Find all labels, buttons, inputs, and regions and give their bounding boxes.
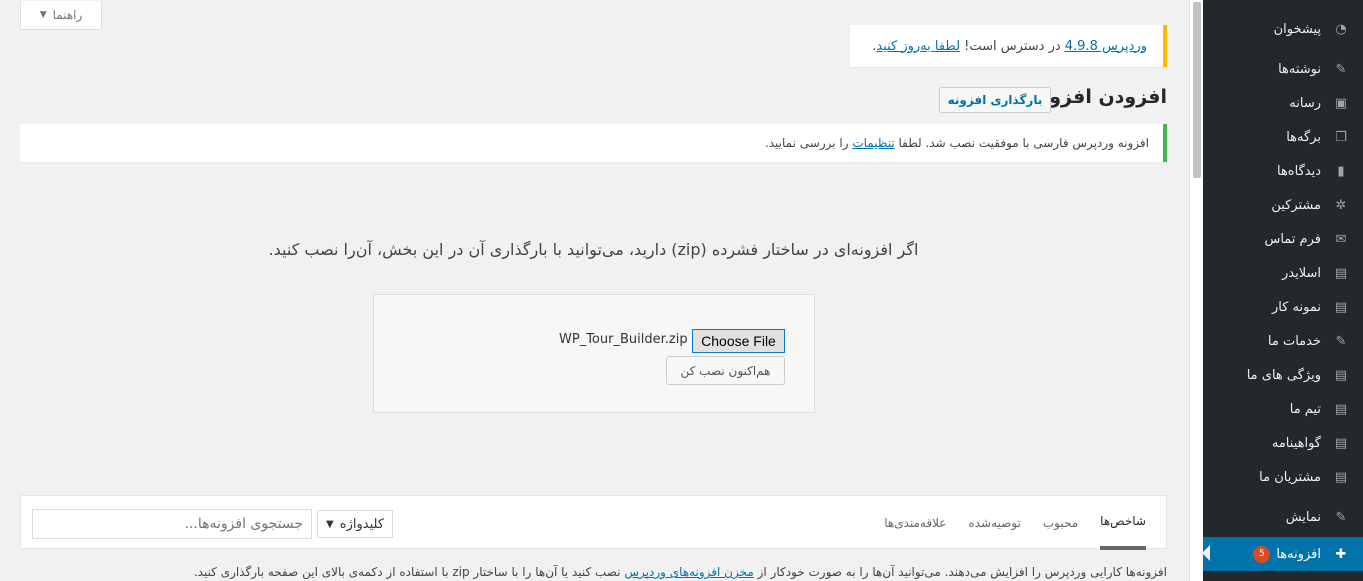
update-count-badge: 5 <box>1253 545 1271 563</box>
table-icon: ▤ <box>1334 401 1348 417</box>
sidebar-item-label: مشترکین <box>1271 197 1321 213</box>
sidebar-item[interactable]: ✉ فرم تماس <box>1203 222 1363 256</box>
chevron-down-icon: ▼ <box>326 518 334 530</box>
selected-filename: WP_Tour_Builder.zip <box>559 332 688 347</box>
sidebar-item-label: خدمات ما <box>1267 333 1321 349</box>
upload-form: WP_Tour_Builder.zip Choose File هم‌اکنون… <box>373 294 815 413</box>
sidebar-item[interactable]: ▤ مشتریان ما <box>1203 460 1363 494</box>
update-notice-text: در دسترس است! <box>960 38 1065 54</box>
tab-recommended[interactable]: توصیه‌شده <box>968 496 1020 550</box>
sidebar-item-label: تیم ما <box>1289 401 1321 417</box>
admin-sidebar: ◔ پیشخوان ✎ نوشته‌ها ▣ رسانه ❐ برگه‌ها ▮ دیدگاه‌ه… <box>1189 0 1363 581</box>
table-icon: ▤ <box>1334 299 1348 315</box>
sidebar-item[interactable]: ✎ خدمات ما <box>1203 324 1363 358</box>
tab-popular[interactable]: محبوب <box>1043 496 1078 550</box>
sidebar-item[interactable]: ✎ نوشته‌ها <box>1203 52 1363 86</box>
sidebar-item[interactable]: ✲ مشترکین <box>1203 188 1363 222</box>
table-icon: ▤ <box>1334 435 1348 451</box>
tab-favorites[interactable]: علاقه‌مندی‌ها <box>884 496 946 550</box>
table-icon: ▤ <box>1334 469 1348 485</box>
sidebar-item[interactable]: ▤ تیم ما <box>1203 392 1363 426</box>
sidebar-item[interactable]: ▤ ویژگی های ما <box>1203 358 1363 392</box>
help-label: راهنما <box>52 8 83 22</box>
filter-tabs: شاخص‌ها محبوب توصیه‌شده علاقه‌مندی‌ها <box>884 496 1146 550</box>
tab-featured[interactable]: شاخص‌ها <box>1100 496 1146 550</box>
choose-file-button[interactable]: Choose File <box>692 329 785 353</box>
settings-link[interactable]: تنظیمات <box>852 136 894 150</box>
pin-icon: ✎ <box>1335 333 1347 349</box>
sidebar-item-label: مشتریان ما <box>1259 469 1321 485</box>
users-icon: ✲ <box>1335 197 1347 213</box>
description-text-end: نصب کنید یا آن‌ها را با ساختار zip با اس… <box>193 565 625 579</box>
plugin-filter-bar: شاخص‌ها محبوب توصیه‌شده علاقه‌مندی‌ها کل… <box>20 495 1167 550</box>
sidebar-item-label: فرم تماس <box>1264 231 1321 247</box>
update-now-link[interactable]: لطفا به‌روز کنید <box>876 39 960 54</box>
pages-icon: ❐ <box>1335 129 1347 145</box>
sidebar-item[interactable]: ▤ نمونه کار <box>1203 290 1363 324</box>
sidebar-item-label: ویژگی های ما <box>1246 367 1321 383</box>
plugin-directory-link[interactable]: مخزن افزونه‌های وردپرس <box>624 565 753 579</box>
active-arrow-icon <box>1202 545 1210 561</box>
page-title: افزودن افزونه <box>1030 86 1167 108</box>
help-tab[interactable]: ▼ راهنما <box>20 1 102 30</box>
upload-instructions: اگر افزونه‌ای در ساختار فشرده (zip) داری… <box>268 240 919 259</box>
sidebar-item-label: افزونه‌ها <box>1276 546 1321 562</box>
sidebar-item[interactable]: ▣ رسانه <box>1203 86 1363 120</box>
update-notice-end: . <box>872 38 877 54</box>
sidebar-item-label: گواهینامه <box>1271 435 1321 451</box>
wordpress-version-link[interactable]: وردپرس 4.9.8 <box>1065 39 1147 54</box>
caret-down-icon: ▼ <box>39 10 47 20</box>
pin-icon: ✎ <box>1335 61 1347 77</box>
success-notice: افزونه وردپرس فارسی با موفقیت نصب شد. لط… <box>20 124 1167 162</box>
sidebar-item[interactable]: ◔ پیشخوان <box>1203 12 1363 46</box>
sidebar-item-label: دیدگاه‌ها <box>1276 163 1321 179</box>
table-icon: ▤ <box>1334 367 1348 383</box>
sidebar-item[interactable]: ▮ دیدگاه‌ها <box>1203 154 1363 188</box>
description-text: افزونه‌ها کارایی وردپرس را افزایش می‌دهن… <box>753 565 1167 579</box>
plugins-icon: ✚ <box>1335 546 1347 562</box>
search-type-select[interactable]: کلیدواژه ▼ <box>317 510 393 538</box>
mail-icon: ✉ <box>1335 231 1347 247</box>
media-icon: ▣ <box>1334 95 1348 111</box>
admin-menu: ◔ پیشخوان ✎ نوشته‌ها ▣ رسانه ❐ برگه‌ها ▮ دیدگاه‌ه… <box>1202 12 1363 571</box>
success-text: افزونه وردپرس فارسی با موفقیت نصب شد. لط… <box>894 136 1149 150</box>
search-type-value: کلیدواژه <box>339 516 384 532</box>
table-icon: ▤ <box>1334 265 1348 281</box>
update-notice: وردپرس 4.9.8 در دسترس است! لطفا به‌روز ک… <box>850 25 1167 67</box>
sidebar-item[interactable]: ✚ افزونه‌ها 5 <box>1202 537 1363 571</box>
appearance-icon: ✎ <box>1335 509 1347 525</box>
dashboard-icon: ◔ <box>1335 21 1347 37</box>
sidebar-item-label: اسلایدر <box>1282 265 1321 281</box>
sidebar-item-label: رسانه <box>1289 95 1321 111</box>
scrollbar-thumb[interactable] <box>1193 2 1201 178</box>
upload-plugin-button[interactable]: بارگذاری افزونه <box>939 87 1051 113</box>
sidebar-item-label: نوشته‌ها <box>1278 61 1321 77</box>
sidebar-item-label: نمونه کار <box>1272 299 1321 315</box>
sidebar-item[interactable]: ❐ برگه‌ها <box>1203 120 1363 154</box>
success-text-end: را بررسی نمایید. <box>764 136 853 150</box>
sidebar-item-label: پیشخوان <box>1273 21 1321 37</box>
sidebar-item[interactable]: ✎ نمایش <box>1203 500 1363 534</box>
sidebar-item[interactable]: ▤ گواهینامه <box>1203 426 1363 460</box>
scrollbar[interactable] <box>1189 0 1203 581</box>
sidebar-item[interactable]: ▤ اسلایدر <box>1203 256 1363 290</box>
sidebar-item-label: برگه‌ها <box>1286 129 1321 145</box>
install-now-button[interactable]: هم‌اکنون نصب کن <box>666 356 785 385</box>
sidebar-item-label: نمایش <box>1285 509 1321 525</box>
comments-icon: ▮ <box>1337 163 1345 179</box>
plugins-description: افزونه‌ها کارایی وردپرس را افزایش می‌دهن… <box>194 565 1167 579</box>
search-plugins-input[interactable] <box>32 509 312 539</box>
